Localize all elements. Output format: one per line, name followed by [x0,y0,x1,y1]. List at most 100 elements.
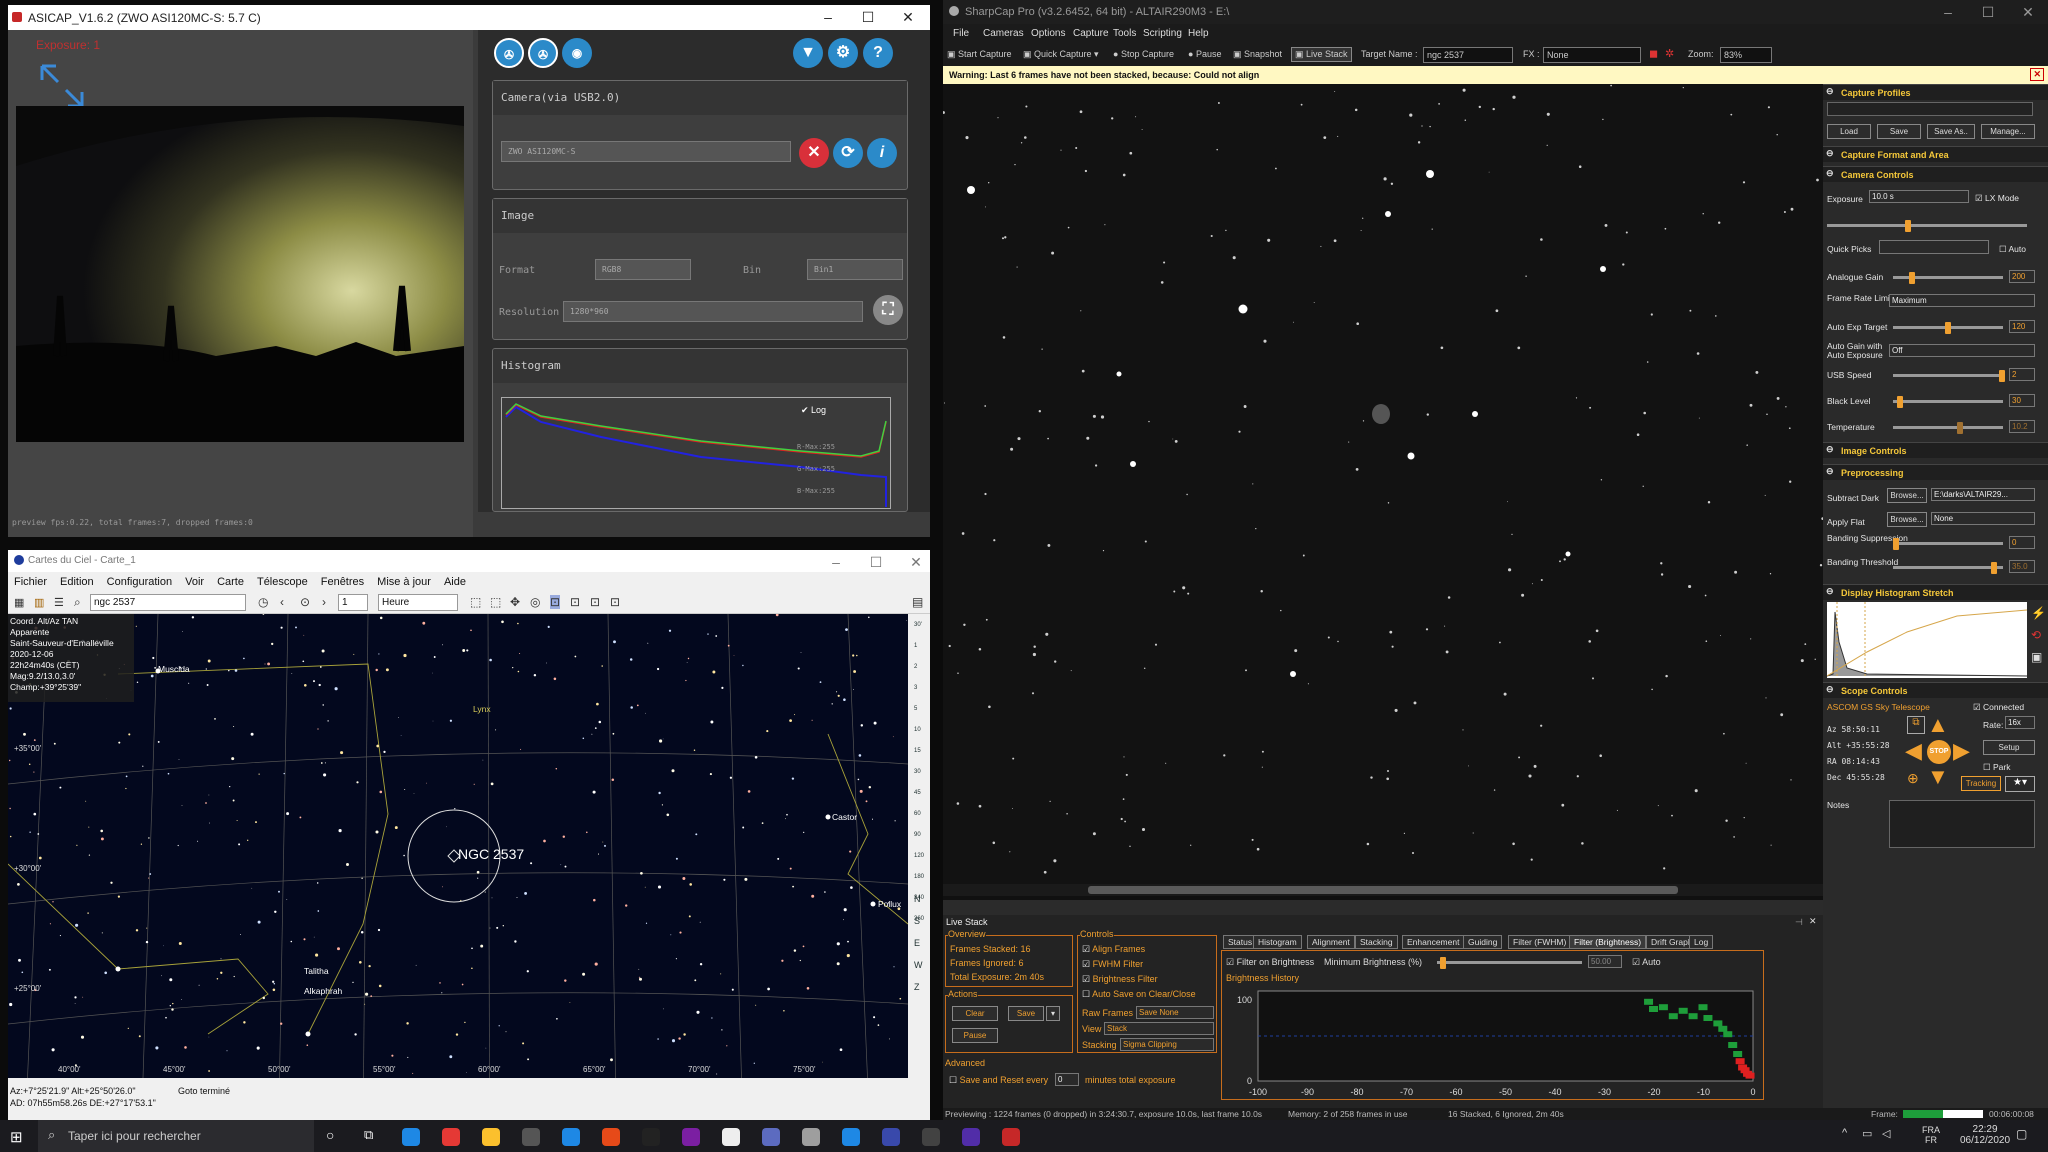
filter-on-brightness-checkbox[interactable]: ☑ Filter on Brightness [1226,957,1314,968]
preprocessing-header[interactable]: Preprocessing [1823,464,2048,480]
quick-capture-button[interactable]: ▣ Quick Capture ▾ [1023,49,1099,60]
display-stretch-header[interactable]: Display Histogram Stretch [1823,584,2048,600]
tab-filter-fwhm-[interactable]: Filter (FWHM) [1508,935,1572,949]
edge-icon[interactable] [402,1128,420,1146]
menu-6[interactable]: Fenêtres [321,576,364,588]
disconnect-icon[interactable]: ✕ [799,138,829,168]
target-name-input[interactable]: ngc 2537 [1423,47,1513,63]
app-icon[interactable] [722,1128,740,1146]
zoom-in-icon[interactable]: ⬚ [470,595,481,609]
chrome-icon[interactable] [442,1128,460,1146]
raw-frames-select[interactable]: Save None [1136,1006,1214,1019]
frame-rate-select[interactable]: Maximum [1889,294,2035,307]
fov-scale-label[interactable]: 30' [914,622,922,628]
maximize-button[interactable]: ☐ [848,8,888,27]
south-arrow-icon[interactable]: ▼ [1927,764,1949,790]
telescope-sync-icon[interactable]: ⊡ [590,595,600,609]
manage-profiles-button[interactable]: Manage... [1981,124,2035,139]
auto-exp-value[interactable]: 120 [2009,320,2035,333]
load-profile-button[interactable]: Load [1827,124,1871,139]
close-button[interactable]: ✕ [888,8,928,27]
autosave-checkbox[interactable]: ☐ Auto Save on Clear/Close [1082,989,1196,1000]
flip-icon[interactable]: ⧉ [1907,716,1925,734]
menu-1[interactable]: Edition [60,576,94,588]
exposure-input[interactable]: 10.0 s [1869,190,1969,203]
save-stack-button[interactable]: Save [1008,1006,1044,1021]
black-level-value[interactable]: 30 [2009,394,2035,407]
quick-picks-select[interactable] [1879,240,1989,254]
app-icon[interactable] [962,1128,980,1146]
star-icon[interactable]: ★▾ [2005,776,2035,792]
pin-icon[interactable]: ⊣ [1795,917,1803,928]
sc-menu-5[interactable]: Scripting [1143,28,1182,39]
pause-button[interactable]: ● Pause [1188,49,1221,59]
calendar-icon[interactable]: ▦ [14,596,24,609]
save-options-dropdown[interactable]: ▾ [1046,1006,1060,1021]
tab-histogram[interactable]: Histogram [1253,935,1302,949]
cdc-maximize-button[interactable]: ☐ [856,553,896,572]
app-icon[interactable] [922,1128,940,1146]
save-profile-button[interactable]: Save [1877,124,1921,139]
fov-scale-label[interactable]: 120 [914,853,924,859]
fov-scale-label[interactable]: 1 [914,643,917,649]
browse-dark-button[interactable]: Browse... [1887,488,1927,503]
gear-icon[interactable]: ⚙ [828,38,858,68]
banding-suppression-value[interactable]: 0 [2009,536,2035,549]
black-level-slider-thumb[interactable] [1897,396,1903,408]
menu-5[interactable]: Télescope [257,576,308,588]
language-indicator[interactable]: FRA FR [1922,1125,1940,1145]
fx-select[interactable]: None [1543,47,1641,63]
search-icon[interactable]: ⌕ [74,595,81,610]
tab-filter-brightness-[interactable]: Filter (Brightness) [1569,935,1647,949]
gain-slider-thumb[interactable] [1909,272,1915,284]
sc-menu-0[interactable]: File [953,28,969,39]
tab-enhancement[interactable]: Enhancement [1402,935,1465,949]
banding-suppression-slider[interactable] [1893,542,2003,545]
scrollbar-thumb[interactable] [1088,886,1678,894]
network-icon[interactable]: ▭ [1862,1127,1872,1140]
banding-threshold-value[interactable]: 35.0 [2009,560,2035,573]
exposure-slider-thumb[interactable] [1905,220,1911,232]
view-select[interactable]: Stack [1104,1022,1214,1035]
windows-start-icon[interactable]: ⊞ [10,1128,23,1146]
tray-chevron-icon[interactable]: ^ [1842,1127,1847,1139]
tab-status[interactable]: Status [1223,935,1258,949]
fov-scale-label[interactable]: 2 [914,664,917,670]
format-select[interactable]: RGB8 [595,259,691,280]
explorer-icon[interactable] [482,1128,500,1146]
list-icon[interactable]: ☰ [54,596,64,609]
office-icon[interactable] [602,1128,620,1146]
fov-scale-label[interactable]: 45 [914,790,921,796]
sc-menu-2[interactable]: Options [1031,28,1065,39]
lx-mode-checkbox[interactable]: ☑ LX Mode [1975,193,2019,204]
capture-format-header[interactable]: Capture Format and Area [1823,146,2048,162]
fullscreen-arrows-icon[interactable] [38,62,86,110]
panel-toggle-icon[interactable]: ▤ [912,595,923,609]
tab-stacking[interactable]: Stacking [1355,935,1398,949]
telescope-goto-icon[interactable]: ⊡ [610,595,620,609]
dark-file-select[interactable]: E:\darks\ALTAIR29... [1931,488,2035,501]
roi-icon[interactable]: ⛶ [873,295,903,325]
rate-select[interactable]: 16x [2005,716,2035,729]
fov-scale-label[interactable]: 15 [914,748,921,754]
fov-scale-label[interactable]: 180 [914,874,924,880]
menu-0[interactable]: Fichier [14,576,47,588]
telescope-icon[interactable]: ⊡ [550,595,561,609]
banding-threshold-thumb[interactable] [1991,562,1997,574]
move-icon[interactable]: ✥ [510,595,520,609]
log-checkbox[interactable]: ✔ Log [801,405,826,416]
mail-icon[interactable] [562,1128,580,1146]
menu-4[interactable]: Carte [217,576,244,588]
sharpcap-icon[interactable] [1002,1128,1020,1146]
sc-maximize-button[interactable]: ☐ [1968,3,2008,22]
image-controls-header[interactable]: Image Controls [1823,442,2048,458]
connected-checkbox[interactable]: ☑ Connected [1973,702,2024,713]
direction-button[interactable]: Z [914,982,920,992]
info-icon[interactable]: i [867,138,897,168]
sc-menu-1[interactable]: Cameras [983,28,1024,39]
resolution-select[interactable]: 1280*960 [563,301,863,322]
sky-chart[interactable]: Coord. Alt/Az TAN Apparente Saint-Sauveur-… [8,614,908,1078]
usb-speed-slider[interactable] [1893,374,2003,377]
menu-8[interactable]: Aide [444,576,466,588]
record-icon[interactable]: ◼ [1649,47,1658,60]
